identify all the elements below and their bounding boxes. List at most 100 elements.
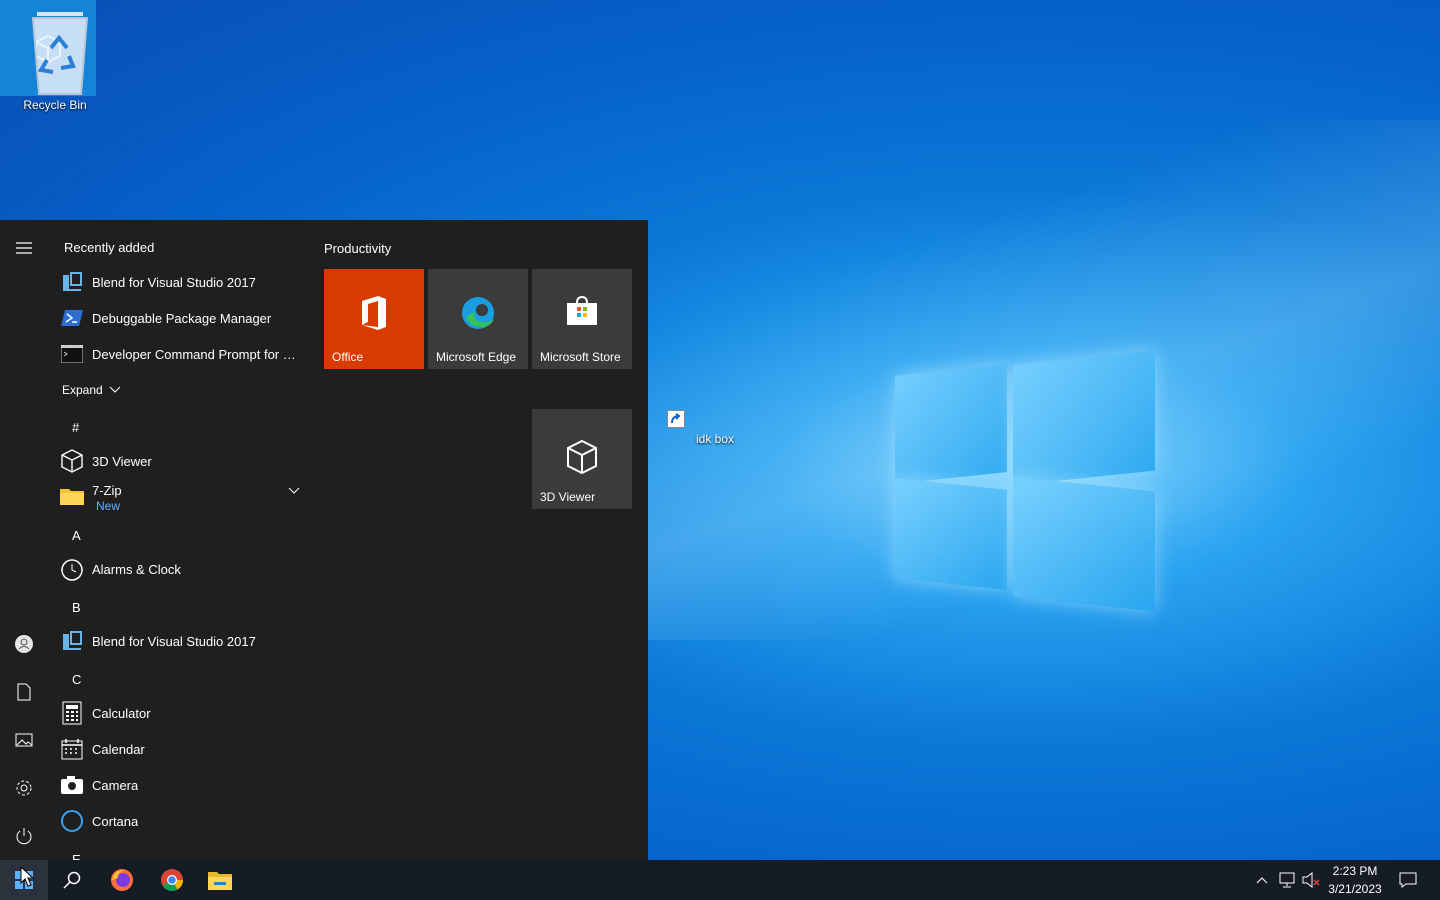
- app-label: Blend for Visual Studio 2017: [92, 274, 256, 290]
- edge-icon: [428, 295, 528, 331]
- windows-logo-wallpaper: [895, 348, 1157, 614]
- 7zip-expand-chevron[interactable]: [288, 482, 300, 500]
- recycle-bin-label: Recycle Bin: [23, 98, 87, 112]
- gear-icon: [16, 780, 32, 796]
- shortcut-arrow-icon: [667, 410, 685, 428]
- app-label: Calendar: [92, 741, 145, 757]
- recent-app-developer-command-prompt[interactable]: Developer Command Prompt for VS 2...: [60, 336, 310, 372]
- blend-icon: [60, 629, 84, 653]
- folder-icon: [60, 483, 84, 507]
- app-cortana[interactable]: Cortana: [60, 803, 310, 839]
- calendar-icon: [60, 737, 84, 761]
- letter-header-a[interactable]: A: [72, 528, 81, 543]
- show-hidden-icons-button[interactable]: [1252, 860, 1272, 900]
- app-camera[interactable]: Camera: [60, 767, 310, 803]
- folder-icon: [208, 872, 232, 890]
- recent-app-debuggable-package-manager[interactable]: Debuggable Package Manager: [60, 300, 310, 336]
- tile-microsoft-store[interactable]: Microsoft Store: [532, 269, 632, 369]
- network-status-button[interactable]: [1276, 860, 1298, 900]
- search-icon: [63, 871, 81, 889]
- pictures-button[interactable]: [0, 716, 48, 764]
- mouse-cursor: [20, 865, 35, 893]
- app-calculator[interactable]: Calculator: [60, 695, 310, 731]
- app-list: Recently added Blend for Visual Studio 2…: [48, 220, 312, 860]
- letter-header-hash[interactable]: #: [72, 420, 79, 435]
- start-rail: [0, 220, 48, 860]
- app-label: 3D Viewer: [92, 453, 152, 469]
- letter-header-b[interactable]: B: [72, 600, 81, 615]
- chevron-up-icon: [1256, 877, 1268, 884]
- picture-icon: [15, 733, 33, 747]
- tile-label: Microsoft Edge: [436, 350, 517, 364]
- notification-icon: [1399, 872, 1417, 888]
- app-label: Debuggable Package Manager: [92, 310, 272, 326]
- documents-button[interactable]: [0, 668, 48, 716]
- taskbar: 2:23 PM 3/21/2023: [0, 860, 1440, 900]
- volume-muted-icon: [1302, 872, 1320, 888]
- firefox-icon: [111, 869, 133, 891]
- tile-3d-viewer[interactable]: 3D Viewer: [532, 409, 632, 509]
- idk-box-label: idk box: [695, 432, 735, 446]
- tile-label: Microsoft Store: [540, 350, 621, 364]
- recently-added-header: Recently added: [64, 240, 155, 255]
- app-blend-visual-studio[interactable]: Blend for Visual Studio 2017: [60, 623, 310, 659]
- recycle-bin-icon: [25, 8, 89, 95]
- tile-microsoft-edge[interactable]: Microsoft Edge: [428, 269, 528, 369]
- clock-time: 2:23 PM: [1332, 864, 1378, 878]
- chrome-icon: [161, 869, 183, 891]
- app-label: Blend for Visual Studio 2017: [92, 633, 256, 649]
- app-calendar[interactable]: Calendar: [60, 731, 310, 767]
- clock-date: 3/21/2023: [1328, 882, 1382, 896]
- app-label: Alarms & Clock: [92, 561, 181, 577]
- search-button[interactable]: [48, 860, 96, 900]
- action-center-button[interactable]: [1394, 860, 1422, 900]
- tile-label: Office: [332, 350, 364, 364]
- tile-label: 3D Viewer: [540, 490, 596, 504]
- camera-icon: [60, 773, 84, 797]
- app-label: Developer Command Prompt for VS 2...: [92, 346, 304, 362]
- hamburger-menu-button[interactable]: [0, 224, 48, 272]
- firefox-taskbar-button[interactable]: [98, 860, 146, 900]
- settings-button[interactable]: [0, 764, 48, 812]
- power-icon: [16, 828, 32, 845]
- expand-button[interactable]: Expand: [62, 372, 312, 408]
- recycle-bin[interactable]: Recycle Bin: [14, 8, 96, 112]
- expand-label: Expand: [62, 383, 103, 397]
- productivity-group-title[interactable]: Productivity: [324, 241, 391, 256]
- tiles-area: Productivity Office Microsoft Edge Micro…: [312, 220, 648, 860]
- start-menu: Recently added Blend for Visual Studio 2…: [0, 220, 648, 860]
- user-avatar-icon: [15, 635, 33, 653]
- power-button[interactable]: [0, 812, 48, 860]
- clock-icon: [60, 557, 84, 581]
- powershell-icon: [60, 306, 84, 330]
- app-3d-viewer[interactable]: 3D Viewer: [60, 443, 310, 479]
- cube-icon: [532, 439, 632, 475]
- document-icon: [17, 683, 31, 701]
- office-icon: [324, 295, 424, 331]
- chevron-down-icon: [109, 386, 121, 393]
- app-label: Camera: [92, 777, 139, 793]
- cortana-icon: [60, 809, 84, 833]
- letter-header-c[interactable]: C: [72, 672, 81, 687]
- recent-app-blend[interactable]: Blend for Visual Studio 2017: [60, 264, 310, 300]
- calculator-icon: [60, 701, 84, 725]
- user-account-button[interactable]: [0, 620, 48, 668]
- tile-office[interactable]: Office: [324, 269, 424, 369]
- file-explorer-taskbar-button[interactable]: [196, 860, 244, 900]
- cmd-icon: [60, 342, 84, 366]
- store-icon: [532, 295, 632, 327]
- network-icon: [1279, 872, 1295, 888]
- cube-icon: [60, 449, 84, 473]
- app-label: 7-Zip: [92, 483, 122, 498]
- app-label: Cortana: [92, 813, 139, 829]
- hamburger-icon: [16, 242, 32, 254]
- system-clock[interactable]: 2:23 PM 3/21/2023: [1322, 862, 1388, 898]
- letter-header-e[interactable]: E: [72, 852, 81, 860]
- app-alarms-clock[interactable]: Alarms & Clock: [60, 551, 310, 587]
- blend-icon: [60, 270, 84, 294]
- volume-button[interactable]: [1300, 860, 1322, 900]
- chevron-down-icon: [288, 487, 300, 494]
- new-badge: New: [96, 499, 121, 513]
- chrome-taskbar-button[interactable]: [148, 860, 196, 900]
- app-label: Calculator: [92, 705, 151, 721]
